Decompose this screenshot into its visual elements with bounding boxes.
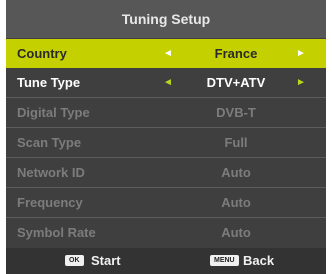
start-label[interactable]: Start <box>91 253 121 268</box>
row-label-country: Country <box>17 46 67 61</box>
row-value-country: France <box>214 46 258 61</box>
menu-row-scan-type[interactable]: Scan Type Full <box>6 128 326 157</box>
row-label-scan-type: Scan Type <box>17 135 82 150</box>
arrow-left-icon[interactable]: ◄ <box>163 77 173 88</box>
menu-row-tune-type[interactable]: Tune Type ◄ DTV+ATV ► <box>6 68 326 97</box>
row-value-tune-type: DTV+ATV <box>206 75 266 90</box>
arrow-left-icon[interactable]: ◄ <box>163 48 173 59</box>
tuning-setup-dialog: Tuning Setup Country ◄ France ► Tune Typ… <box>6 0 326 274</box>
row-value-symbol-rate: Auto <box>221 225 251 240</box>
row-value-network-id: Auto <box>221 165 251 180</box>
row-label-frequency: Frequency <box>17 195 83 210</box>
row-label-digital-type: Digital Type <box>17 105 90 120</box>
menu-row-symbol-rate[interactable]: Symbol Rate Auto <box>6 218 326 247</box>
back-label[interactable]: Back <box>243 253 274 268</box>
ok-key-icon[interactable]: OK <box>65 255 84 266</box>
arrow-right-icon[interactable]: ► <box>296 48 306 59</box>
row-value-frequency: Auto <box>221 195 251 210</box>
row-label-symbol-rate: Symbol Rate <box>17 225 96 240</box>
menu-row-frequency[interactable]: Frequency Auto <box>6 188 326 217</box>
menu-key-icon[interactable]: MENU <box>210 255 239 266</box>
arrow-right-icon[interactable]: ► <box>296 77 306 88</box>
footer-bar: OK Start MENU Back <box>6 248 326 274</box>
menu-row-digital-type[interactable]: Digital Type DVB-T <box>6 98 326 127</box>
dialog-title: Tuning Setup <box>6 0 326 38</box>
menu-row-country[interactable]: Country ◄ France ► <box>6 39 326 68</box>
row-label-tune-type: Tune Type <box>17 75 81 90</box>
row-value-digital-type: DVB-T <box>216 105 256 120</box>
row-label-network-id: Network ID <box>17 165 85 180</box>
row-value-scan-type: Full <box>224 135 248 150</box>
menu-row-network-id[interactable]: Network ID Auto <box>6 158 326 187</box>
